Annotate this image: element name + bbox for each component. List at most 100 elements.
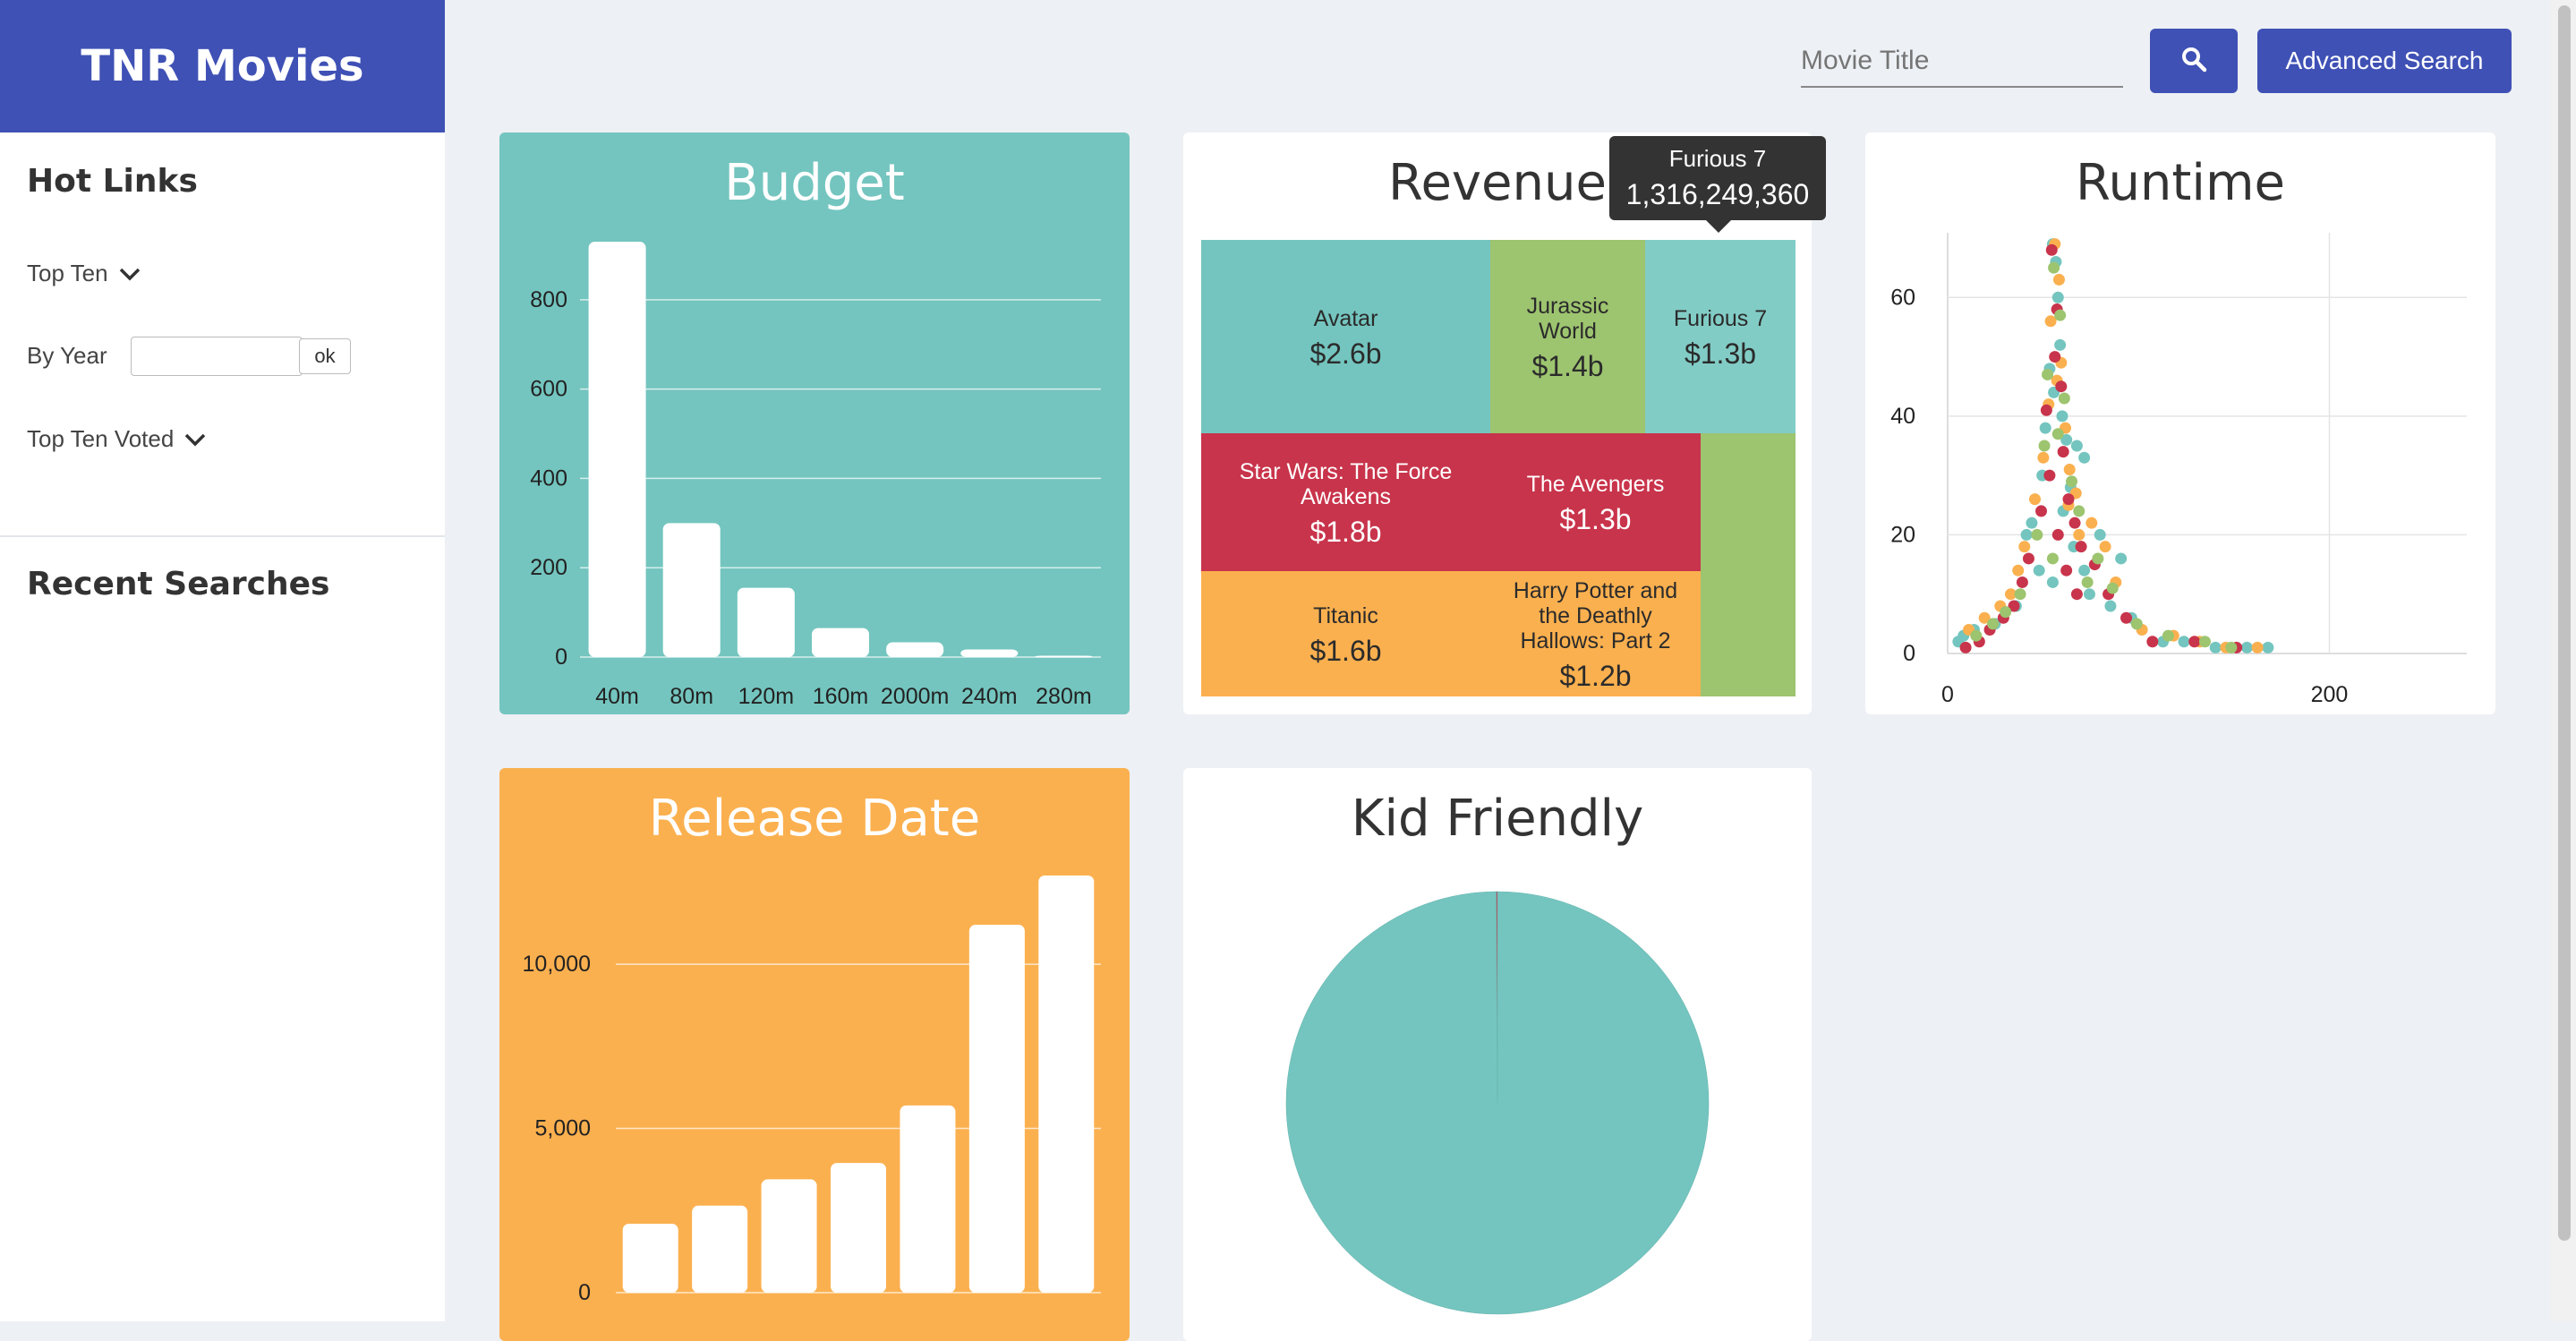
runtime-point (2120, 611, 2133, 624)
runtime-ytick: 40 (1890, 404, 1915, 429)
runtime-point (2033, 564, 2045, 577)
budget-xtick: 240m (961, 684, 1018, 709)
runtime-ytick: 0 (1903, 641, 1915, 666)
release-date-chart: 0 5,000 10,000 (523, 875, 1101, 1305)
brand-logo[interactable]: TNR Movies (0, 0, 445, 132)
release-bar (692, 1205, 748, 1293)
revenue-cell-value: $1.4b (1531, 350, 1603, 382)
runtime-point (2026, 517, 2038, 529)
runtime-point (2146, 636, 2159, 648)
advanced-search-button[interactable]: Advanced Search (2257, 29, 2512, 93)
budget-xtick: 120m (738, 684, 795, 709)
budget-xtick: 160m (813, 684, 869, 709)
revenue-cell-name: The Avengers (1527, 472, 1665, 497)
release-bar (622, 1223, 678, 1293)
runtime-point (2043, 469, 2056, 482)
runtime-point (2106, 582, 2119, 594)
runtime-point (2104, 600, 2117, 612)
runtime-point (1987, 618, 2000, 630)
runtime-point (2188, 636, 2201, 648)
runtime-point (2051, 428, 2064, 440)
runtime-point (2092, 552, 2104, 565)
runtime-point (2058, 392, 2070, 405)
runtime-point (2014, 588, 2026, 601)
runtime-point (2066, 475, 2078, 488)
ok-button[interactable]: ok (299, 338, 351, 374)
runtime-point (1959, 641, 1972, 653)
top-ten-label: Top Ten (27, 260, 108, 286)
by-year-input[interactable] (131, 337, 303, 376)
runtime-point (2035, 505, 2048, 517)
runtime-xtick: 0 (1941, 682, 1954, 707)
revenue-cell-name: Titanic (1313, 603, 1378, 628)
top-ten-voted-link[interactable]: Top Ten Voted (27, 425, 206, 453)
revenue-cell-value: $1.3b (1685, 337, 1756, 370)
revenue-cell-value: $2.6b (1309, 337, 1381, 370)
revenue-cell (1645, 240, 1796, 433)
runtime-point (2012, 564, 2025, 577)
runtime-point (2042, 368, 2054, 380)
runtime-point (2057, 446, 2069, 458)
search-icon (2180, 46, 2207, 77)
runtime-point (2039, 422, 2051, 434)
scrollbar-thumb[interactable] (2558, 5, 2571, 1241)
budget-chart: 0 200 400 600 800 40m 80m 120m 160m 2000m 240m 280m (530, 242, 1101, 709)
runtime-point (2000, 606, 2012, 619)
search-button[interactable] (2150, 29, 2238, 93)
runtime-point (2051, 291, 2064, 303)
runtime-point (2262, 641, 2274, 653)
runtime-point (2037, 451, 2050, 464)
release-bar (968, 925, 1025, 1293)
release-ytick: 10,000 (523, 952, 591, 977)
chevron-down-icon (184, 425, 206, 453)
budget-bar (662, 523, 721, 657)
runtime-point (2062, 493, 2075, 506)
budget-bar (812, 628, 869, 657)
release-date-card: Release Date 0 5,000 10,000 (499, 768, 1130, 1341)
runtime-point (2198, 636, 2211, 648)
budget-bar (588, 242, 646, 657)
release-bar (1038, 875, 1095, 1293)
runtime-point (2038, 440, 2051, 452)
runtime-point (2049, 351, 2061, 363)
page-scrollbar[interactable] (2551, 0, 2576, 1321)
revenue-cell (1201, 571, 1490, 696)
top-ten-link[interactable]: Top Ten (27, 260, 141, 287)
runtime-point (2051, 528, 2064, 541)
budget-bar (886, 642, 944, 657)
budget-xtick: 40m (595, 684, 639, 709)
runtime-point (2028, 493, 2041, 506)
runtime-point (2086, 517, 2098, 529)
runtime-point (2070, 440, 2083, 452)
runtime-scatter: 0 20 40 60 0 200 (1890, 233, 2467, 707)
tooltip-arrow (1706, 220, 1731, 233)
tooltip-title: Furious 7 (1668, 145, 1767, 172)
release-bar (761, 1179, 817, 1293)
runtime-point (2046, 576, 2059, 588)
movie-title-search-input[interactable] (1801, 36, 2123, 88)
budget-ytick: 200 (530, 555, 567, 580)
runtime-ytick: 20 (1890, 522, 1915, 547)
release-bar (900, 1105, 956, 1293)
chevron-down-icon (119, 260, 141, 287)
runtime-point (2048, 261, 2060, 274)
kid-friendly-card: Kid Friendly (1183, 768, 1812, 1341)
release-ytick: 5,000 (534, 1116, 591, 1141)
runtime-point (2081, 576, 2094, 588)
runtime-point (2162, 629, 2174, 642)
budget-bar (1035, 655, 1093, 658)
runtime-point (2078, 451, 2091, 464)
runtime-point (2056, 410, 2068, 423)
budget-bar (737, 587, 795, 657)
revenue-cell (1490, 433, 1701, 571)
runtime-point (2075, 541, 2087, 553)
runtime-point (2068, 517, 2081, 529)
runtime-card: Runtime 0 20 40 60 0 200 (1865, 132, 2495, 714)
runtime-point (2094, 528, 2106, 541)
revenue-cell-value: $1.6b (1309, 635, 1381, 667)
release-ytick: 0 (578, 1280, 591, 1305)
runtime-point (2031, 528, 2043, 541)
kid-friendly-pie (1285, 891, 1710, 1315)
budget-card: Budget 0 200 400 600 800 40m 80m 120m 160m 2000m 2… (499, 132, 1130, 714)
revenue-tooltip: Furious 7 1,316,249,360 (1609, 136, 1826, 233)
